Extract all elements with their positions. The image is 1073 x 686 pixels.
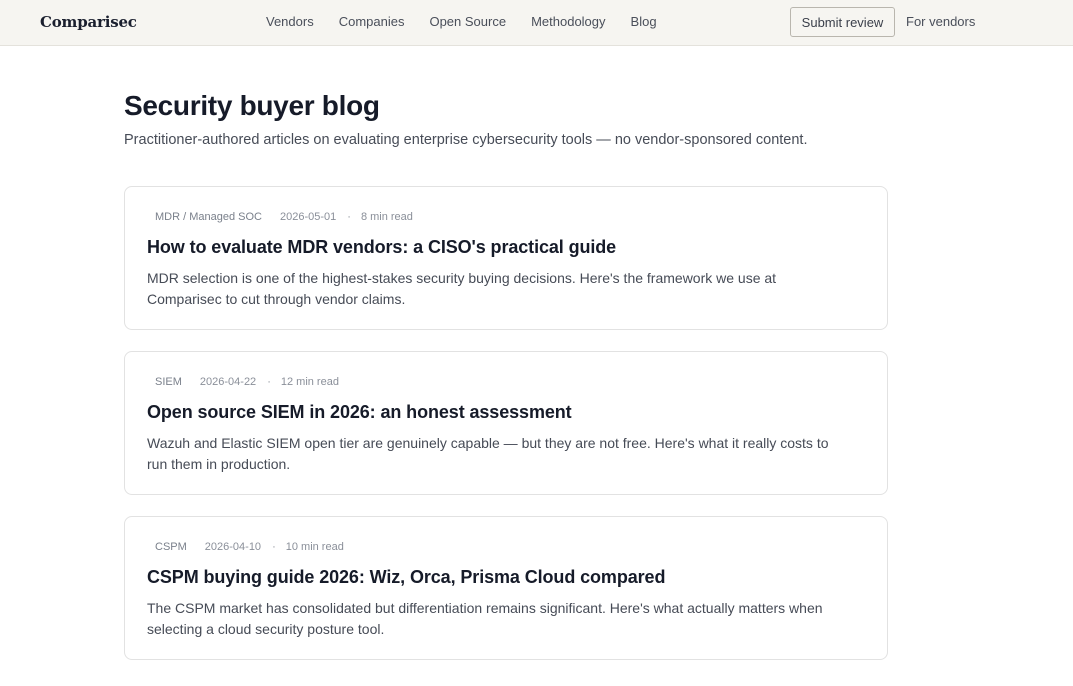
nav-link-vendors[interactable]: Vendors <box>266 14 314 29</box>
meta-separator: · <box>267 376 271 388</box>
top-nav-bar: Comparisec Vendors Companies Open Source… <box>0 0 1073 46</box>
post-read-time: 8 min read <box>360 211 413 223</box>
submit-review-button[interactable]: Submit review <box>790 7 895 37</box>
blog-post-card[interactable]: MDR / Managed SOC 2026-05-01 · 8 min rea… <box>124 186 888 330</box>
blog-post-list: MDR / Managed SOC 2026-05-01 · 8 min rea… <box>124 186 888 681</box>
site-logo[interactable]: Comparisec <box>40 13 137 31</box>
post-read-time: 12 min read <box>280 376 339 388</box>
main-nav: Vendors Companies Open Source Methodolog… <box>266 14 682 29</box>
post-category: SIEM <box>155 376 182 388</box>
post-read-time: 10 min read <box>285 541 344 553</box>
nav-link-open-source[interactable]: Open Source <box>429 14 506 29</box>
page-subtitle: Practitioner-authored articles on evalua… <box>124 132 808 148</box>
for-vendors-link[interactable]: For vendors <box>906 14 975 29</box>
post-category: MDR / Managed SOC <box>155 211 262 223</box>
blog-post-card[interactable]: CSPM 2026-04-10 · 10 min read CSPM buyin… <box>124 516 888 660</box>
post-date: 2026-05-01 <box>279 211 337 223</box>
post-date: 2026-04-22 <box>199 376 257 388</box>
post-meta: SIEM 2026-04-22 · 12 min read <box>155 376 339 388</box>
post-excerpt: MDR selection is one of the highest-stak… <box>147 270 777 307</box>
post-title-link[interactable]: CSPM buying guide 2026: Wiz, Orca, Prism… <box>147 567 665 588</box>
post-meta: CSPM 2026-04-10 · 10 min read <box>155 541 344 553</box>
post-excerpt: Wazuh and Elastic SIEM open tier are gen… <box>147 435 829 472</box>
nav-link-companies[interactable]: Companies <box>339 14 405 29</box>
meta-separator: · <box>272 541 276 553</box>
nav-link-blog[interactable]: Blog <box>631 14 657 29</box>
post-title-link[interactable]: Open source SIEM in 2026: an honest asse… <box>147 402 572 423</box>
post-title-link[interactable]: How to evaluate MDR vendors: a CISO's pr… <box>147 237 616 258</box>
page-title: Security buyer blog <box>124 90 380 121</box>
nav-link-methodology[interactable]: Methodology <box>531 14 605 29</box>
meta-separator: · <box>347 211 351 223</box>
post-category: CSPM <box>155 541 187 553</box>
post-date: 2026-04-10 <box>204 541 262 553</box>
blog-post-card[interactable]: SIEM 2026-04-22 · 12 min read Open sourc… <box>124 351 888 495</box>
post-excerpt: The CSPM market has consolidated but dif… <box>147 600 823 637</box>
post-meta: MDR / Managed SOC 2026-05-01 · 8 min rea… <box>155 211 413 223</box>
